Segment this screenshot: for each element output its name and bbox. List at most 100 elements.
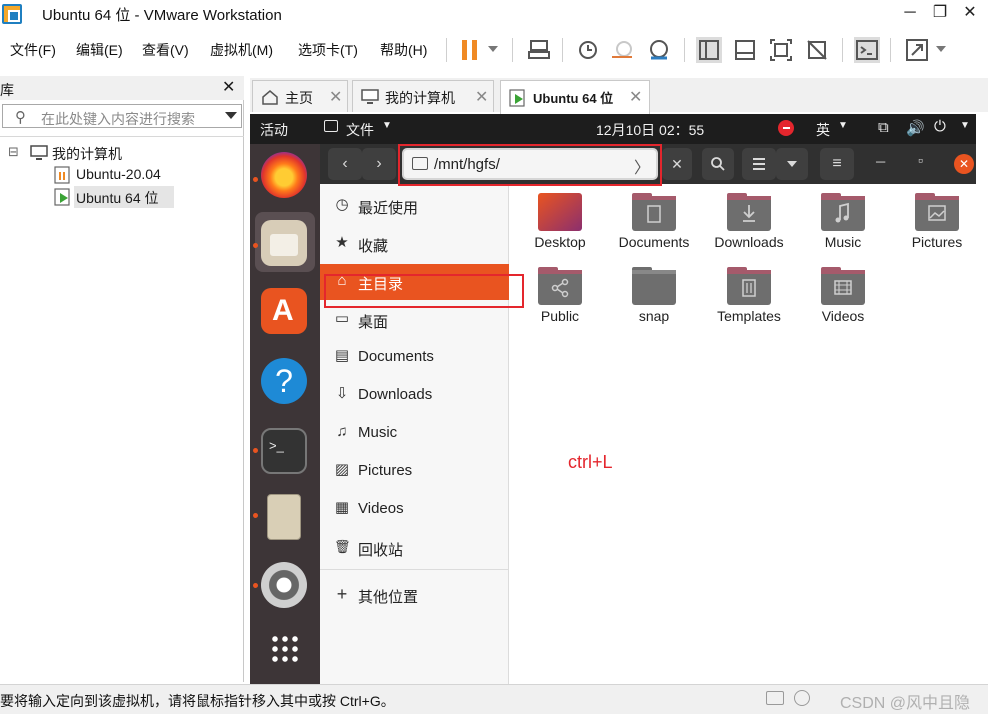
sidebar-item-label: Pictures [358,462,413,479]
activities-button[interactable]: 活动 [260,120,288,140]
full-screen-icon[interactable] [768,37,794,63]
power-dropdown-icon[interactable] [488,46,498,52]
sidebar-item-starred[interactable]: ★ 收藏 [320,226,509,262]
annotation-text: ctrl+L [568,452,613,472]
sidebar-item-music[interactable]: ♫ Music [320,415,509,451]
sidebar-item-documents[interactable]: ▤ Documents [320,339,509,375]
main-menu-button[interactable]: ≡ [820,148,854,180]
library-close-button[interactable]: ✕ [222,77,235,97]
sidebar-item-downloads[interactable]: ⇩ Downloads [320,377,509,413]
archive-manager-icon[interactable] [267,494,301,540]
minimize-icon[interactable]: ─ [876,154,885,169]
device-icon[interactable] [766,691,784,705]
menu-edit[interactable]: 编辑(E) [76,40,123,60]
back-button[interactable]: ‹ [328,148,362,180]
folder-snap[interactable]: snap [608,262,700,334]
tab-home[interactable]: 主页 ✕ [252,80,348,112]
music-folder-icon [821,193,865,231]
folder-downloads[interactable]: Downloads [703,188,795,260]
clear-location-button[interactable]: ✕ [662,148,692,180]
snapshot-icon[interactable] [574,37,600,63]
clock-icon: ◷ [335,196,349,213]
tab-close-icon[interactable]: ✕ [329,87,342,107]
folder-templates[interactable]: Templates [703,262,795,334]
forward-button[interactable]: › [362,148,396,180]
menu-view[interactable]: 查看(V) [142,40,189,60]
power-icon[interactable]: ⏻ [934,118,946,135]
cd-icon[interactable] [794,690,810,706]
close-icon[interactable]: ✕ [954,154,974,174]
minimize-button[interactable]: ─ [898,2,922,24]
menu-help[interactable]: 帮助(H) [380,40,427,60]
folder-desktop[interactable]: Desktop [514,188,606,260]
send-keys-icon[interactable] [526,37,552,63]
menu-vm[interactable]: 虚拟机(M) [210,40,273,60]
templates-folder-icon [727,267,771,305]
revert-snapshot-icon[interactable] [610,37,636,63]
sidebar-item-pictures[interactable]: ▨ Pictures [320,453,509,489]
ubuntu-dock: A ? >_ [250,144,320,684]
folder-music[interactable]: Music [797,188,889,260]
sidebar-item-recent[interactable]: ◷ 最近使用 [320,188,509,224]
pause-icon[interactable] [458,37,484,63]
sidebar-item-trash[interactable]: 🗑 回收站 [320,530,509,566]
network-icon[interactable]: ⧉ [878,119,889,136]
folder-documents[interactable]: Documents [608,188,700,260]
stretch-dropdown-icon[interactable] [936,46,946,52]
folder-name: Downloads [714,234,784,250]
help-icon[interactable]: ? [261,358,307,404]
view-options-button[interactable] [776,148,808,180]
folder-name: Templates [717,308,781,324]
folder-pictures[interactable]: Pictures [891,188,983,260]
terminal-icon[interactable]: >_ [261,428,307,474]
folder-name: Music [824,234,862,250]
restore-icon[interactable]: ▫ [918,152,923,168]
console-view-icon[interactable] [854,37,880,63]
folder-icon [324,120,338,132]
collapse-toggle-icon[interactable]: ⊟ [8,144,19,160]
volume-icon[interactable]: 🔊 [906,119,925,137]
tab-ubuntu-64[interactable]: Ubuntu 64 位 ✕ [500,80,650,114]
folder-view[interactable]: Desktop Documents Downloads Music Pictur… [510,184,976,684]
tree-item-ubuntu-2004[interactable]: Ubuntu-20.04 [0,164,244,186]
sidebar-item-label: Downloads [358,386,433,403]
files-icon-sheet [270,234,298,256]
annotation-box-home [324,274,524,308]
settings-icon[interactable] [261,562,307,608]
running-indicator [253,513,258,518]
sidebar-item-label: Music [358,424,398,441]
thumbnail-bar-icon[interactable] [732,37,758,63]
menu-tabs[interactable]: 选项卡(T) [298,40,358,60]
guest-display[interactable]: 活动 文件 ▼ 12月10日 02：55 英 ▼ ⧉ 🔊 ⏻ ▼ A ? >_ [250,114,976,684]
maximize-button[interactable]: ❐ [928,2,952,24]
chevron-down-icon: ▼ [382,120,392,131]
clock[interactable]: 12月10日 02：55 [596,120,704,140]
stretch-guest-icon[interactable] [904,37,930,63]
snapshot-manager-icon[interactable] [646,37,672,63]
menu-file[interactable]: 文件(F) [10,40,56,60]
tree-item-ubuntu-64[interactable]: Ubuntu 64 位 [54,186,174,208]
desktop-icon: ▭ [334,310,350,327]
library-search-input[interactable]: ⚲ 在此处键入内容进行搜索 [2,104,242,128]
app-menu[interactable]: 文件 [346,120,374,140]
tab-close-icon[interactable]: ✕ [475,87,488,107]
firefox-icon[interactable] [261,152,307,198]
library-tree: ⊟ 我的计算机 Ubuntu-20.04 Ubuntu 64 位 [0,136,244,682]
folder-public[interactable]: Public [514,262,606,334]
tree-item-my-computer[interactable]: ⊟ 我的计算机 [0,142,244,164]
input-method-indicator[interactable]: 英 [816,120,830,140]
unity-mode-icon[interactable] [804,37,830,63]
sidebar-item-videos[interactable]: ▦ Videos [320,491,509,527]
search-button[interactable] [702,148,734,180]
search-dropdown-icon[interactable] [225,112,237,119]
gnome-top-bar: 活动 文件 ▼ 12月10日 02：55 英 ▼ ⧉ 🔊 ⏻ ▼ [250,114,976,144]
close-window-button[interactable]: ✕ [958,2,982,24]
sidebar-item-other-locations[interactable]: + 其他位置 [320,577,509,613]
tab-my-computer[interactable]: 我的计算机 ✕ [352,80,494,112]
show-apps-icon[interactable] [270,634,300,664]
list-view-button[interactable] [742,148,776,180]
library-view-icon[interactable] [696,37,722,63]
folder-videos[interactable]: Videos [797,262,889,334]
tab-close-icon[interactable]: ✕ [629,87,642,107]
toolbar-divider [446,38,447,62]
